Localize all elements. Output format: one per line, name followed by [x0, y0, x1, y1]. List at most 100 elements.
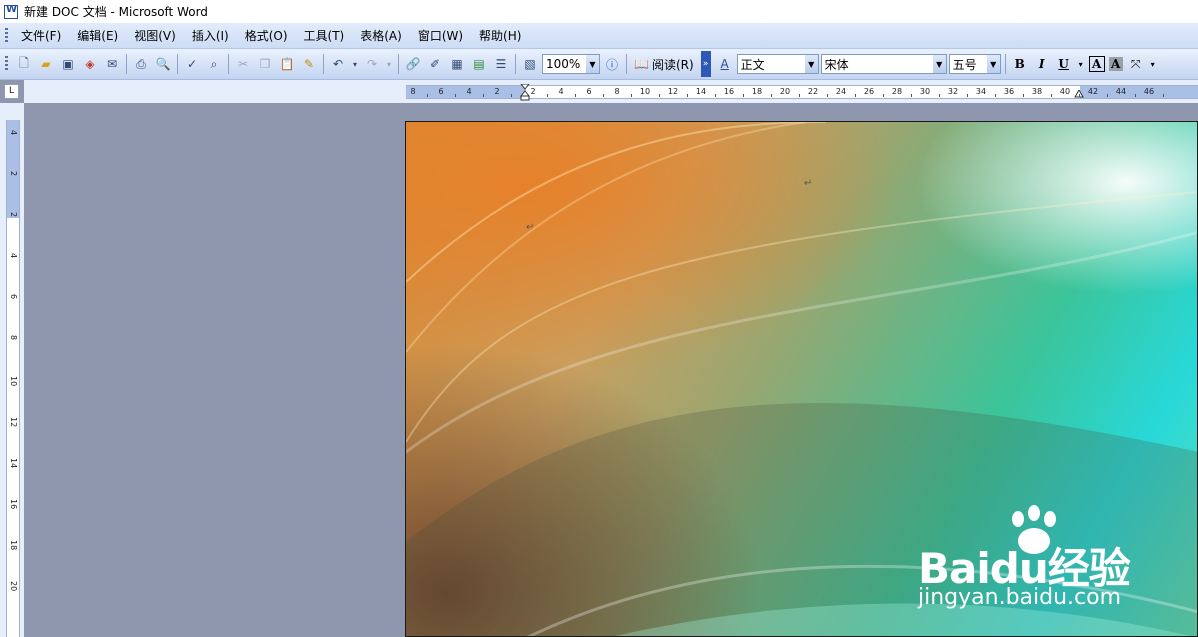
menu-view[interactable]: 视图(V) [126, 25, 184, 46]
phonetic-guide-icon[interactable]: ⤧ [1127, 55, 1145, 73]
underline-button[interactable]: U [1055, 55, 1073, 73]
insert-table-icon[interactable]: ▦ [448, 55, 466, 73]
toolbar-separator [228, 54, 229, 74]
toolbar-separator [177, 54, 178, 74]
menu-table[interactable]: 表格(A) [352, 25, 410, 46]
redo-icon[interactable]: ↷ [363, 55, 381, 73]
chevron-down-icon[interactable]: ▼ [804, 55, 818, 73]
underline-dropdown-icon[interactable]: ▾ [1077, 55, 1085, 73]
ruler-tick [455, 94, 456, 97]
menu-format[interactable]: 格式(O) [237, 25, 296, 46]
undo-dropdown-icon[interactable]: ▾ [351, 55, 359, 73]
tables-borders-icon[interactable]: ✐ [426, 55, 444, 73]
columns-icon[interactable]: ☰ [492, 55, 510, 73]
menu-bar: 文件(F) 编辑(E) 视图(V) 插入(I) 格式(O) 工具(T) 表格(A… [0, 23, 1198, 49]
horizontal-ruler[interactable]: 8 6 4 2 2 4 6 8 10 12 14 16 18 20 22 24 26 28 30 32 34 36 38 40… [406, 84, 1198, 101]
window-title: 新建 DOC 文档 - Microsoft Word [24, 5, 208, 19]
toolbar-separator [626, 54, 627, 74]
copy-icon[interactable]: ❐ [256, 55, 274, 73]
ruler-label: 12 [667, 87, 679, 96]
ruler-label: 34 [975, 87, 987, 96]
ruler-label: 6 [9, 294, 18, 300]
character-border-button[interactable]: A [1088, 56, 1105, 72]
ruler-label: 28 [891, 87, 903, 96]
more-options-dropdown-icon[interactable]: ▾ [1149, 55, 1157, 73]
ruler-tick [967, 94, 968, 97]
print-icon[interactable]: ⎙ [132, 55, 150, 73]
italic-button[interactable]: I [1033, 55, 1051, 73]
insert-excel-icon[interactable]: ▤ [470, 55, 488, 73]
ruler-tick [883, 94, 884, 97]
ruler-tick [715, 94, 716, 97]
new-document-icon[interactable]: 🗋 [15, 55, 33, 73]
redo-dropdown-icon[interactable]: ▾ [385, 55, 393, 73]
chevron-down-icon[interactable]: ▼ [986, 55, 1000, 73]
chevron-down-icon[interactable]: ▼ [586, 55, 599, 73]
research-icon[interactable]: ⌕ [205, 55, 223, 73]
bold-button[interactable]: B [1011, 55, 1029, 73]
vertical-ruler[interactable]: 4 2 2 4 6 8 10 12 14 16 18 20 [6, 120, 20, 637]
hyperlink-icon[interactable]: 🔗 [404, 55, 422, 73]
toolbar-separator [323, 54, 324, 74]
paragraph-mark: ↵ [526, 222, 535, 233]
ruler-label: 4 [558, 87, 564, 96]
ruler-tick [427, 94, 428, 97]
ruler-label: 6 [586, 87, 592, 96]
ruler-tick [659, 94, 660, 97]
style-select[interactable]: 正文 ▼ [736, 54, 819, 74]
format-painter-icon[interactable]: ✎ [300, 55, 318, 73]
email-icon[interactable]: ✉ [103, 55, 121, 73]
toolbar-separator [515, 54, 516, 74]
menu-help[interactable]: 帮助(H) [471, 25, 529, 46]
ruler-label: 10 [9, 376, 18, 387]
ruler-label: 26 [863, 87, 875, 96]
menu-tools[interactable]: 工具(T) [296, 25, 353, 46]
paste-icon[interactable]: 📋 [278, 55, 296, 73]
toolbar-separator [126, 54, 127, 74]
ruler-label: 8 [9, 335, 18, 341]
indent-marker-icon[interactable] [520, 84, 530, 101]
baidu-jingyan-watermark: Baidu经验 jingyan.baidu.com [918, 505, 1158, 610]
ruler-label: 22 [807, 87, 819, 96]
menu-window[interactable]: 窗口(W) [410, 25, 471, 46]
character-shading-button[interactable]: A [1108, 57, 1123, 71]
menu-insert[interactable]: 插入(I) [184, 25, 237, 46]
ruler-tick [771, 94, 772, 97]
print-preview-icon[interactable]: 🔍 [154, 55, 172, 73]
permission-icon[interactable]: ◈ [81, 55, 99, 73]
open-folder-icon[interactable]: ▰ [37, 55, 55, 73]
ruler-label: 8 [410, 87, 416, 96]
ruler-tick [547, 94, 548, 97]
ruler-label: 6 [438, 87, 444, 96]
ruler-tick [631, 94, 632, 97]
font-select[interactable]: 宋体 ▼ [820, 54, 947, 74]
undo-icon[interactable]: ↶ [329, 55, 347, 73]
cut-icon[interactable]: ✂ [234, 55, 252, 73]
menu-edit[interactable]: 编辑(E) [69, 25, 126, 46]
ruler-label: 24 [835, 87, 847, 96]
ruler-tick [1107, 94, 1108, 97]
zoom-select[interactable]: 100% ▼ [542, 54, 600, 74]
toolbar-grip-icon[interactable] [5, 56, 8, 72]
styles-formatting-icon[interactable]: A [716, 55, 734, 73]
tab-selector-button[interactable]: L [4, 84, 19, 99]
document-map-icon[interactable]: ▧ [521, 55, 539, 73]
ruler-tick [483, 94, 484, 97]
spelling-icon[interactable]: ✓ [183, 55, 201, 73]
read-button[interactable]: 📖 阅读(R) [630, 56, 698, 73]
ruler-tick [939, 94, 940, 97]
help-icon[interactable]: ⓘ [603, 55, 621, 73]
word-app-icon[interactable] [4, 4, 18, 19]
ruler-label: 30 [919, 87, 931, 96]
ruler-tick [575, 94, 576, 97]
ruler-label: 2 [9, 171, 18, 177]
menubar-grip-icon[interactable] [5, 27, 8, 44]
save-icon[interactable]: ▣ [59, 55, 77, 73]
menu-file[interactable]: 文件(F) [13, 25, 69, 46]
toolbar-options-icon[interactable]: » [700, 51, 711, 77]
chevron-down-icon[interactable]: ▼ [932, 55, 946, 73]
standard-toolbar: 🗋 ▰ ▣ ◈ ✉ ⎙ 🔍 ✓ ⌕ ✂ ❐ 📋 ✎ ↶ ▾ ↷ ▾ 🔗 ✐ ▦ … [0, 49, 1198, 80]
font-size-value: 五号 [952, 57, 977, 72]
ruler-tick [603, 94, 604, 97]
font-size-select[interactable]: 五号 ▼ [948, 54, 1001, 74]
